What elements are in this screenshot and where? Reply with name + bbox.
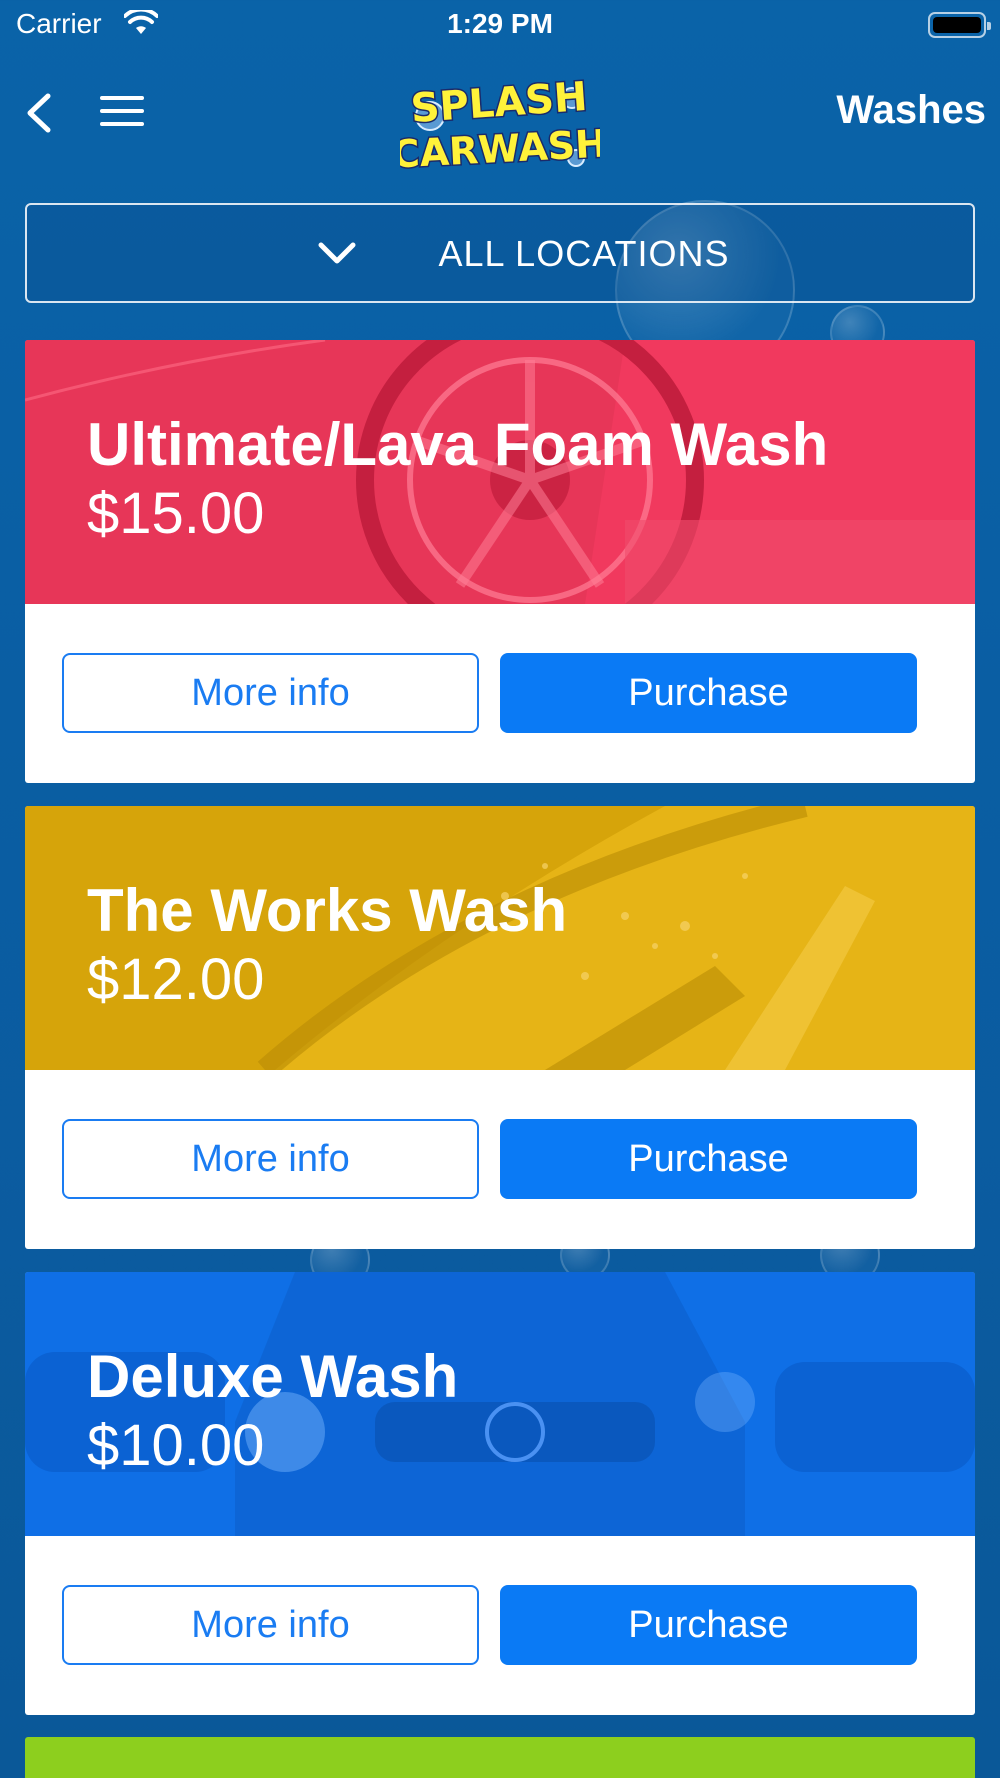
- navigation-bar: SPLASH CARWASH Washes: [0, 60, 1000, 180]
- more-info-button[interactable]: More info: [62, 1119, 479, 1199]
- hamburger-icon: [100, 96, 144, 100]
- wash-price: $12.00: [87, 947, 265, 1012]
- status-bar: Carrier 1:29 PM: [0, 0, 1000, 50]
- more-info-button[interactable]: More info: [62, 653, 479, 733]
- wash-card-partial[interactable]: [25, 1737, 975, 1778]
- wash-card-hero: Deluxe Wash $10.00: [25, 1272, 975, 1536]
- wash-card-hero: Ultimate/Lava Foam Wash $15.00: [25, 340, 975, 604]
- more-info-button[interactable]: More info: [62, 1585, 479, 1665]
- wash-price: $15.00: [87, 481, 265, 546]
- wash-card: Ultimate/Lava Foam Wash $15.00 More info…: [25, 340, 975, 783]
- chevron-left-icon: [27, 93, 51, 133]
- wash-name: The Works Wash: [87, 877, 568, 944]
- purchase-button[interactable]: Purchase: [500, 653, 917, 733]
- wash-name: Ultimate/Lava Foam Wash: [87, 411, 829, 478]
- wash-price: $10.00: [87, 1413, 265, 1478]
- status-time: 1:29 PM: [447, 8, 553, 39]
- logo-line-2: CARWASH: [400, 121, 600, 176]
- battery-icon: [928, 12, 991, 38]
- wash-card: The Works Wash $12.00 More info Purchase: [25, 806, 975, 1249]
- wash-card: Deluxe Wash $10.00 More info Purchase: [25, 1272, 975, 1715]
- location-dropdown[interactable]: ALL LOCATIONS: [25, 203, 975, 303]
- wash-card-hero: The Works Wash $12.00: [25, 806, 975, 1070]
- purchase-button[interactable]: Purchase: [500, 1119, 917, 1199]
- purchase-button[interactable]: Purchase: [500, 1585, 917, 1665]
- hamburger-icon: [100, 122, 144, 126]
- menu-button[interactable]: [100, 96, 146, 130]
- wash-name: Deluxe Wash: [87, 1343, 459, 1410]
- page-title: Washes: [836, 88, 986, 132]
- splash-carwash-logo: SPLASH CARWASH: [389, 66, 609, 178]
- back-button[interactable]: [20, 88, 60, 138]
- hamburger-icon: [100, 109, 144, 113]
- location-dropdown-label: ALL LOCATIONS: [438, 233, 730, 274]
